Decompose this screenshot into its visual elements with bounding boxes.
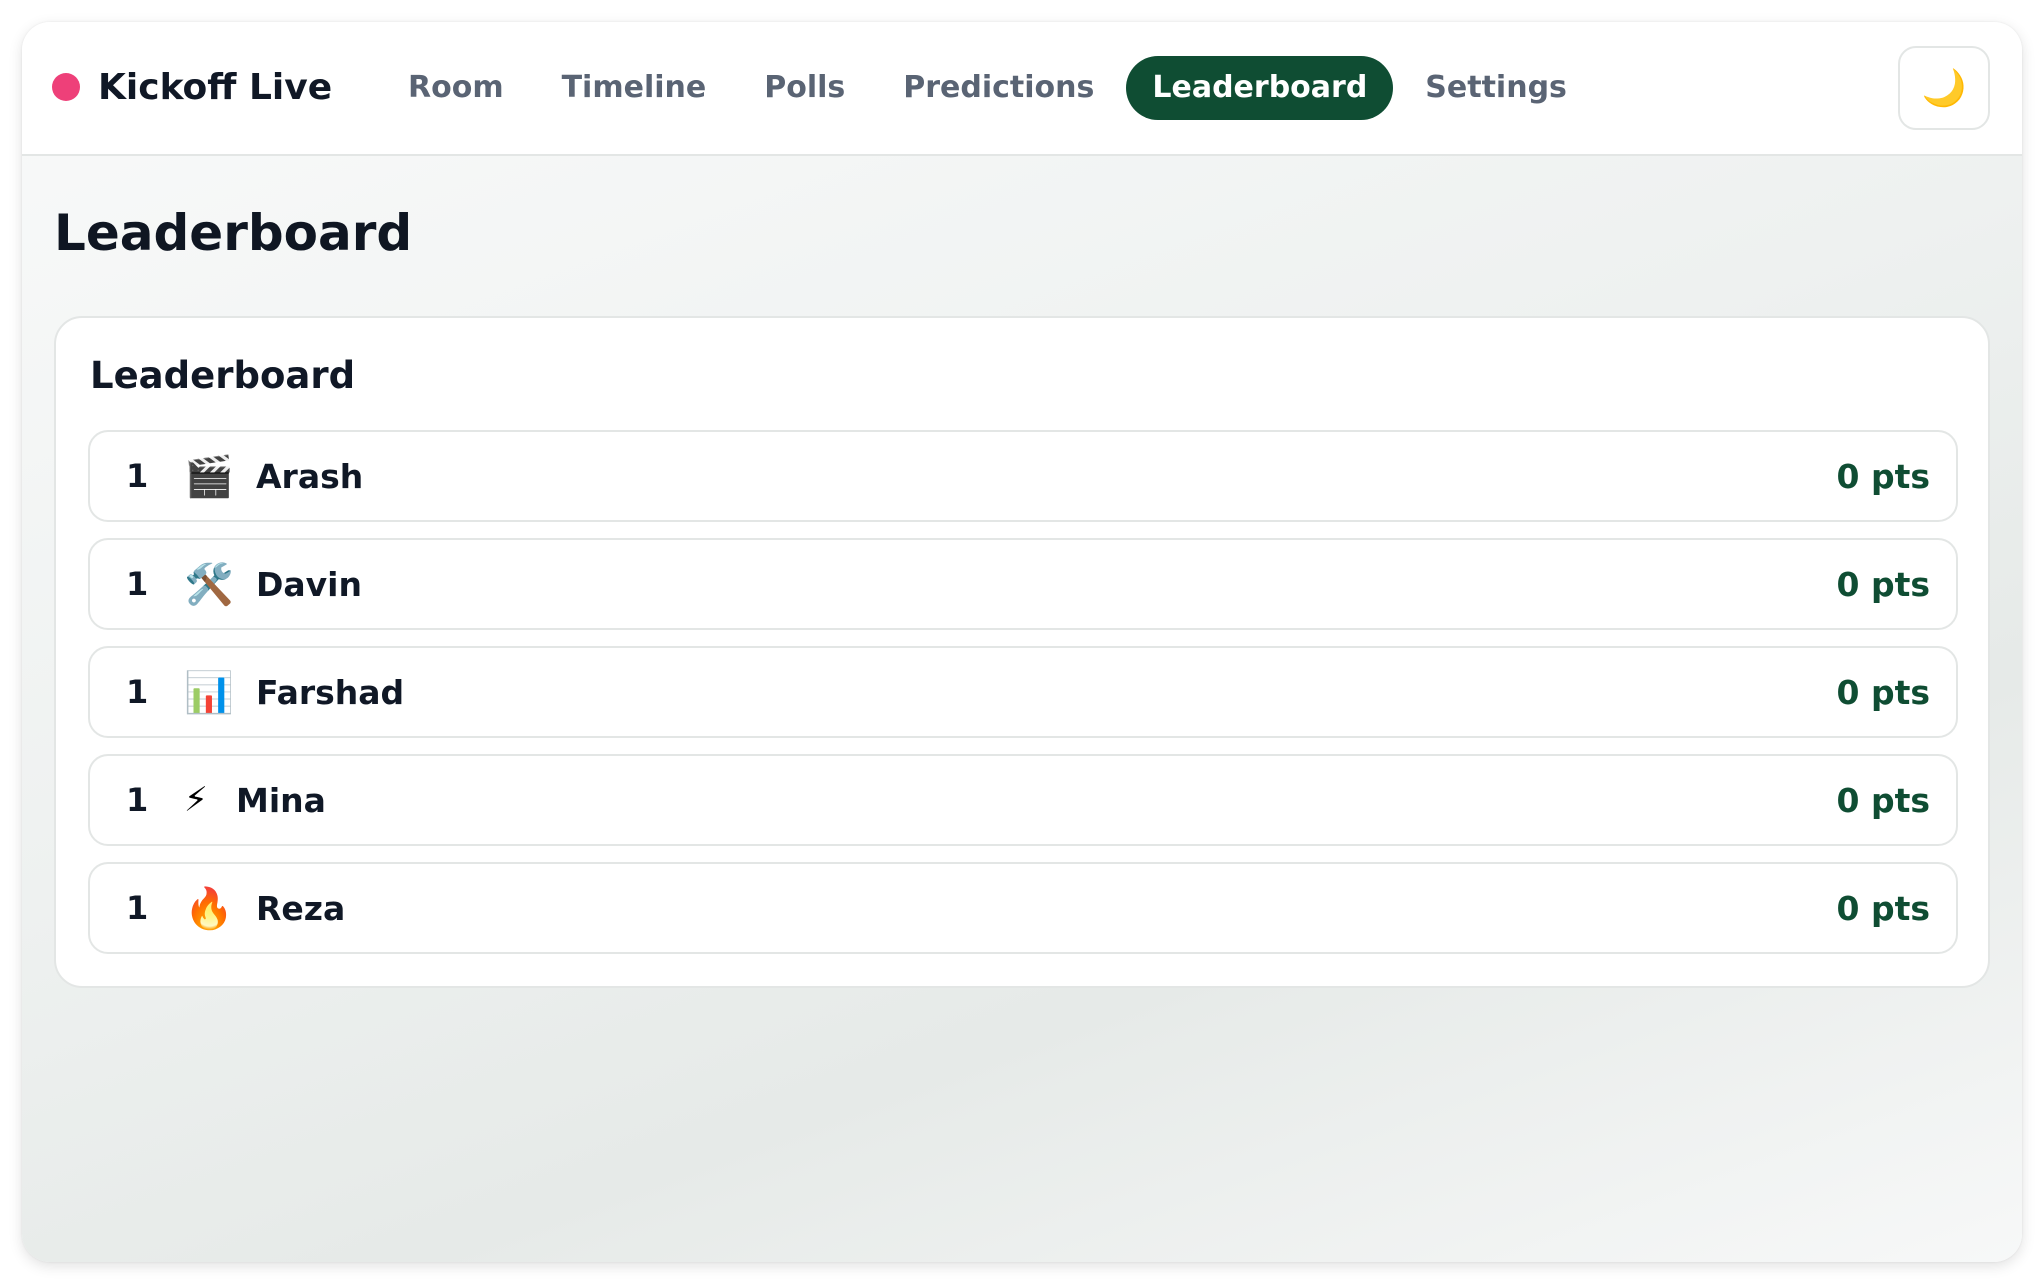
leaderboard-card: Leaderboard 1 🎬 Arash 0 pts 1 🛠️ Davin 0… [54,316,1990,988]
player-name: Davin [256,564,362,604]
fire-icon: 🔥 [184,885,234,932]
points: 0 pts [1836,780,1931,820]
points: 0 pts [1836,564,1931,604]
rank: 1 [126,889,149,927]
page-title: Leaderboard [54,204,413,262]
card-title: Leaderboard [90,354,356,397]
player-name: Farshad [256,672,405,712]
player-name: Mina [236,780,326,820]
main-nav: Room Timeline Polls Predictions Leaderbo… [382,56,1599,120]
nav-predictions[interactable]: Predictions [877,56,1120,120]
brand[interactable]: Kickoff Live [52,62,332,112]
top-bar: Kickoff Live Room Timeline Polls Predict… [22,22,2022,156]
lightning-icon: ⚡ [184,780,208,820]
nav-leaderboard[interactable]: Leaderboard [1126,56,1394,120]
app-window: Kickoff Live Room Timeline Polls Predict… [22,22,2022,1262]
leaderboard-row: 1 📊 Farshad 0 pts [88,646,1958,738]
rank: 1 [126,781,149,819]
player-name: Arash [256,456,364,496]
moon-icon: 🌙 [1921,67,1967,108]
nav-polls[interactable]: Polls [738,56,871,120]
brand-name: Kickoff Live [98,66,333,108]
rank: 1 [126,565,149,603]
bar-chart-icon: 📊 [184,669,234,716]
tools-icon: 🛠️ [184,561,234,608]
theme-toggle-button[interactable]: 🌙 [1898,46,1990,130]
leaderboard-row: 1 ⚡ Mina 0 pts [88,754,1958,846]
leaderboard-list: 1 🎬 Arash 0 pts 1 🛠️ Davin 0 pts 1 📊 Far… [88,430,1958,970]
live-dot-icon [52,73,80,101]
leaderboard-row: 1 🛠️ Davin 0 pts [88,538,1958,630]
clapper-board-icon: 🎬 [184,453,234,500]
nav-timeline[interactable]: Timeline [536,56,733,120]
nav-room[interactable]: Room [382,56,530,120]
points: 0 pts [1836,456,1931,496]
leaderboard-row: 1 🔥 Reza 0 pts [88,862,1958,954]
rank: 1 [126,673,149,711]
points: 0 pts [1836,672,1931,712]
rank: 1 [126,457,149,495]
leaderboard-row: 1 🎬 Arash 0 pts [88,430,1958,522]
points: 0 pts [1836,888,1931,928]
player-name: Reza [256,888,346,928]
nav-settings[interactable]: Settings [1399,56,1593,120]
